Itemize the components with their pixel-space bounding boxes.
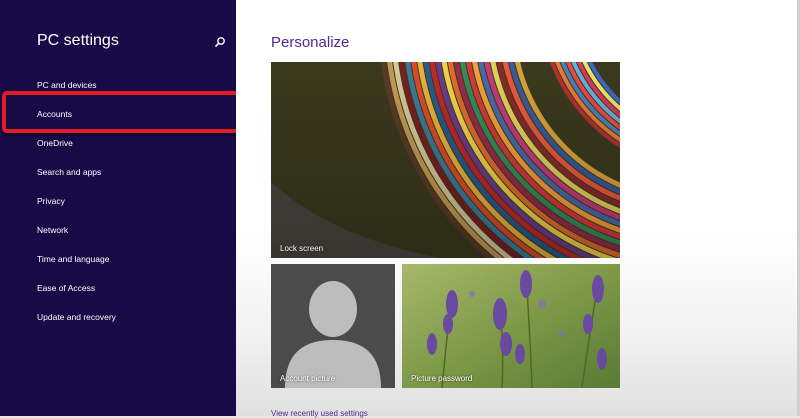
sidebar-item-update-and-recovery[interactable]: Update and recovery xyxy=(37,312,116,322)
sidebar-item-onedrive[interactable]: OneDrive xyxy=(37,138,73,148)
sidebar-item-pc-and-devices[interactable]: PC and devices xyxy=(37,80,97,90)
sidebar-item-ease-of-access[interactable]: Ease of Access xyxy=(37,283,95,293)
main-content: Personalize Lock screen Account picture … xyxy=(236,0,800,418)
sidebar-item-network[interactable]: Network xyxy=(37,225,68,235)
picture-password-tile[interactable]: Picture password xyxy=(402,264,620,388)
sidebar: PC settings PC and devices Accounts OneD… xyxy=(0,0,236,416)
sidebar-item-search-and-apps[interactable]: Search and apps xyxy=(37,167,101,177)
view-recent-settings-link[interactable]: View recently used settings xyxy=(271,409,368,418)
page-title: Personalize xyxy=(271,34,350,51)
picture-password-label: Picture password xyxy=(411,374,473,383)
lock-screen-image xyxy=(271,62,620,258)
account-picture-label: Account picture xyxy=(280,374,336,383)
user-avatar-icon xyxy=(285,281,381,388)
sidebar-item-time-and-language[interactable]: Time and language xyxy=(37,254,109,264)
lock-screen-tile[interactable]: Lock screen xyxy=(271,62,620,258)
sidebar-item-privacy[interactable]: Privacy xyxy=(37,196,65,206)
search-icon[interactable] xyxy=(214,36,226,48)
account-picture-tile[interactable]: Account picture xyxy=(271,264,395,388)
highlight-annotation-box xyxy=(2,91,240,133)
lock-screen-label: Lock screen xyxy=(280,244,324,253)
picture-password-image xyxy=(402,264,620,388)
sidebar-title: PC settings xyxy=(37,32,119,49)
